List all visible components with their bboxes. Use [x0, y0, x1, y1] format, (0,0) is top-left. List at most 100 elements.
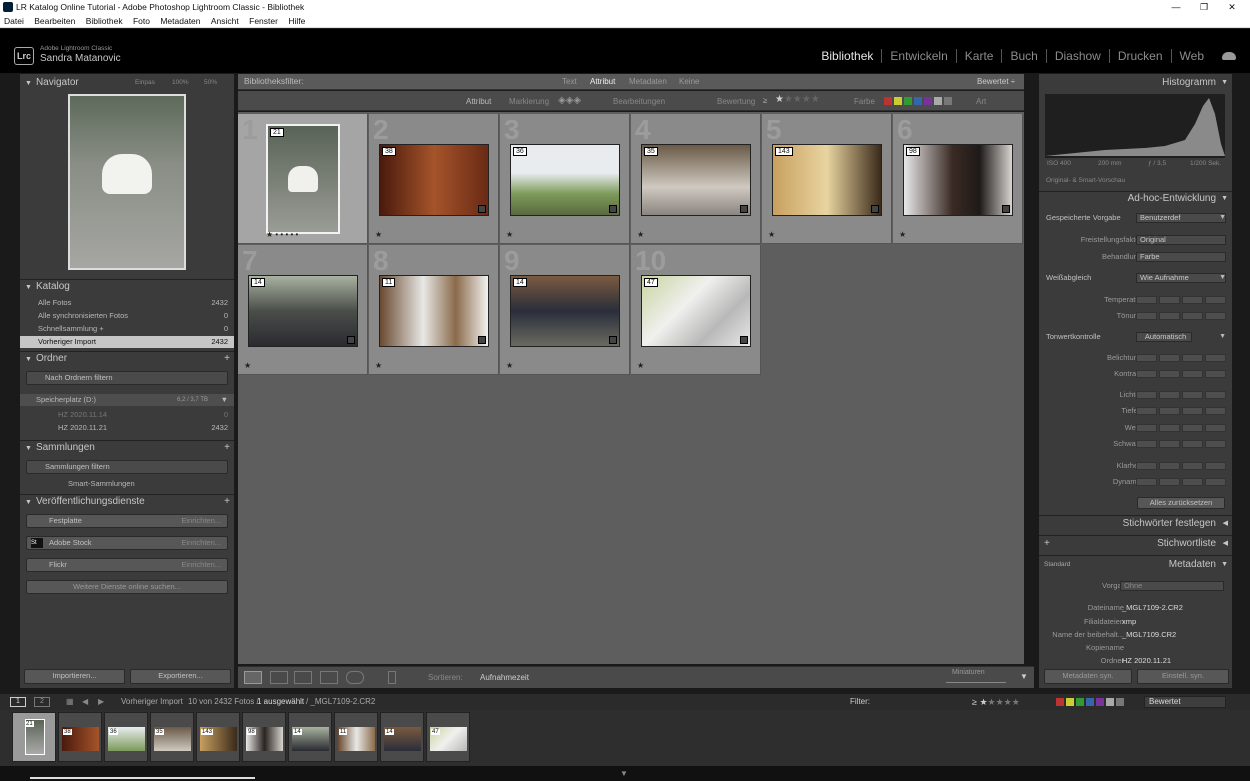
plus-icon[interactable]: +	[224, 352, 230, 366]
grid-cell-2[interactable]: 2 38 ★	[369, 114, 499, 244]
photo-thumbnail[interactable]: 143	[772, 144, 882, 216]
grid-cell-1[interactable]: 1 21 ★ • • • • •	[238, 114, 368, 244]
menu-bibliothek[interactable]: Bibliothek	[86, 16, 123, 26]
cloud-icon[interactable]	[1222, 52, 1236, 60]
folder-filter-input[interactable]: Nach Ordnern filtern	[26, 371, 228, 385]
survey-view-icon[interactable]	[320, 671, 338, 684]
metadata-preset-row[interactable]: Vorgabe Ohne	[1039, 580, 1232, 592]
exposure-row[interactable]: Belichtung	[1039, 352, 1232, 364]
filmstrip-color-filter[interactable]	[1056, 698, 1124, 706]
tone-control-row[interactable]: Tonwertkontrolle Automatisch ▼	[1039, 331, 1232, 343]
nav-zoom-50[interactable]: 50%	[204, 76, 217, 90]
module-web[interactable]: Web	[1170, 49, 1212, 63]
maximize-icon[interactable]: ❐	[1190, 0, 1218, 14]
module-drucken[interactable]: Drucken	[1108, 49, 1171, 63]
module-diashow[interactable]: Diashow	[1045, 49, 1109, 63]
reset-all-button[interactable]: Alles zurücksetzen	[1137, 497, 1225, 509]
vibrance-row[interactable]: Dynamik	[1039, 476, 1232, 488]
second-window-button[interactable]: 2	[34, 697, 50, 707]
smart-collections-row[interactable]: Smart-Sammlungen	[20, 478, 234, 490]
grid-view-icon[interactable]	[244, 671, 262, 684]
nav-zoom-100[interactable]: 100%	[172, 76, 189, 90]
navigator-header[interactable]: ▼ Navigator Einpas 100% 50%	[20, 76, 234, 90]
catalog-row[interactable]: Alle Fotos 2432	[20, 297, 234, 309]
grid-cell-9[interactable]: 9 14 ★	[500, 245, 630, 375]
filter-tab-text[interactable]: Text	[562, 77, 577, 86]
volume-row[interactable]: Speicherplatz (D:) 6,2 / 3,7 TB ▼	[20, 394, 234, 406]
keyword-list-header[interactable]: + Stichwortliste ◀	[1039, 537, 1232, 551]
shadows-row[interactable]: Tiefen	[1039, 405, 1232, 417]
publish-festplatte[interactable]: Festplatte Einrichten...	[26, 514, 228, 528]
filmstrip-thumb[interactable]: 14	[288, 712, 332, 762]
menu-ansicht[interactable]: Ansicht	[211, 16, 239, 26]
menu-foto[interactable]: Foto	[133, 16, 150, 26]
grid-cell-7[interactable]: 7 14 ★	[238, 245, 368, 375]
module-karte[interactable]: Karte	[955, 49, 1002, 63]
flag-icons[interactable]: ◈◈◈	[558, 95, 581, 106]
module-bibliothek[interactable]: Bibliothek	[813, 49, 881, 63]
module-entwickeln[interactable]: Entwickeln	[881, 49, 956, 63]
spray-can-icon[interactable]	[388, 671, 396, 684]
thumbnail-size-slider[interactable]	[946, 682, 1006, 683]
photo-thumbnail[interactable]: 38	[379, 144, 489, 216]
catalog-row[interactable]: Schnellsammlung +0	[20, 323, 234, 335]
filmstrip-thumb[interactable]: 36	[104, 712, 148, 762]
sync-settings-button[interactable]: Einstell. syn.	[1137, 669, 1229, 684]
nav-zoom-fit[interactable]: Einpas	[135, 76, 155, 90]
histogram-header[interactable]: Histogramm ▼	[1039, 76, 1232, 90]
color-label-swatches[interactable]	[884, 97, 952, 105]
filmstrip-scrollbar[interactable]	[30, 777, 255, 779]
highlights-row[interactable]: Lichter	[1039, 389, 1232, 401]
menu-bearbeiten[interactable]: Bearbeiten	[34, 16, 75, 26]
contrast-row[interactable]: Kontrast	[1039, 368, 1232, 380]
plus-icon[interactable]: +	[224, 495, 230, 509]
catalog-header[interactable]: ▼ Katalog	[20, 280, 234, 294]
tint-row[interactable]: Tönung	[1039, 310, 1232, 322]
filter-tab-metadaten[interactable]: Metadaten	[629, 77, 667, 86]
more-services-button[interactable]: Weitere Dienste online suchen...	[26, 580, 228, 594]
module-buch[interactable]: Buch	[1001, 49, 1046, 63]
people-view-icon[interactable]	[346, 671, 364, 684]
main-window-button[interactable]: 1	[10, 697, 26, 707]
photo-thumbnail[interactable]: 11	[379, 275, 489, 347]
close-icon[interactable]: ✕	[1218, 0, 1246, 14]
back-arrow-icon[interactable]: ◀	[82, 694, 88, 710]
blacks-row[interactable]: Schwarz	[1039, 438, 1232, 450]
filmstrip-thumb[interactable]: 11	[334, 712, 378, 762]
saved-preset-row[interactable]: Gespeicherte Vorgabe Benutzerdef ▼	[1039, 212, 1232, 224]
grid-icon[interactable]: ▦	[66, 694, 74, 710]
folder-row[interactable]: HZ 2020.11.14 0	[20, 409, 234, 421]
photo-thumbnail[interactable]: 47	[641, 275, 751, 347]
publish-adobe-stock[interactable]: St Adobe Stock Einrichten...	[26, 536, 228, 550]
photo-thumbnail[interactable]: 35	[641, 144, 751, 216]
toolbar-menu-icon[interactable]: ▼	[1020, 672, 1028, 681]
import-button[interactable]: Importieren...	[24, 669, 125, 684]
photo-thumbnail[interactable]: 14	[510, 275, 620, 347]
photo-thumbnail[interactable]: 21	[266, 124, 340, 234]
filmstrip-thumb[interactable]: 143	[196, 712, 240, 762]
temperature-row[interactable]: Temperatur	[1039, 294, 1232, 306]
metadata-row[interactable]: Kopiename	[1039, 642, 1232, 654]
grid-cell-5[interactable]: 5 143 ★	[762, 114, 892, 244]
loupe-view-icon[interactable]	[270, 671, 288, 684]
metadata-row[interactable]: Ordner HZ 2020.11.21	[1039, 655, 1232, 663]
filmstrip-thumb[interactable]: 21	[12, 712, 56, 762]
grid-cell-8[interactable]: 8 11 ★	[369, 245, 499, 375]
collection-filter-input[interactable]: Sammlungen filtern	[26, 460, 228, 474]
grid-cell-3[interactable]: 3 36 ★	[500, 114, 630, 244]
filmstrip-source[interactable]: Vorheriger Import	[121, 694, 183, 710]
filter-preset-select[interactable]: Bewertet ÷	[977, 77, 1015, 86]
catalog-row-selected[interactable]: Vorheriger Import 2432	[20, 336, 234, 348]
photo-thumbnail[interactable]: 36	[510, 144, 620, 216]
crop-row[interactable]: Freistellungsfaktor Original	[1039, 234, 1232, 246]
collections-header[interactable]: ▼ Sammlungen +	[20, 441, 234, 455]
folders-header[interactable]: ▼ Ordner +	[20, 352, 234, 366]
plus-icon[interactable]: +	[224, 441, 230, 455]
menu-hilfe[interactable]: Hilfe	[288, 16, 305, 26]
menu-datei[interactable]: Datei	[4, 16, 24, 26]
compare-view-icon[interactable]	[294, 671, 312, 684]
metadata-header[interactable]: Standard Metadaten ▼	[1039, 558, 1232, 572]
publish-header[interactable]: ▼ Veröffentlichungsdienste +	[20, 495, 234, 509]
grid-cell-6[interactable]: 6 98 ★	[893, 114, 1023, 244]
quick-develop-header[interactable]: Ad-hoc-Entwicklung ▼	[1039, 192, 1232, 206]
